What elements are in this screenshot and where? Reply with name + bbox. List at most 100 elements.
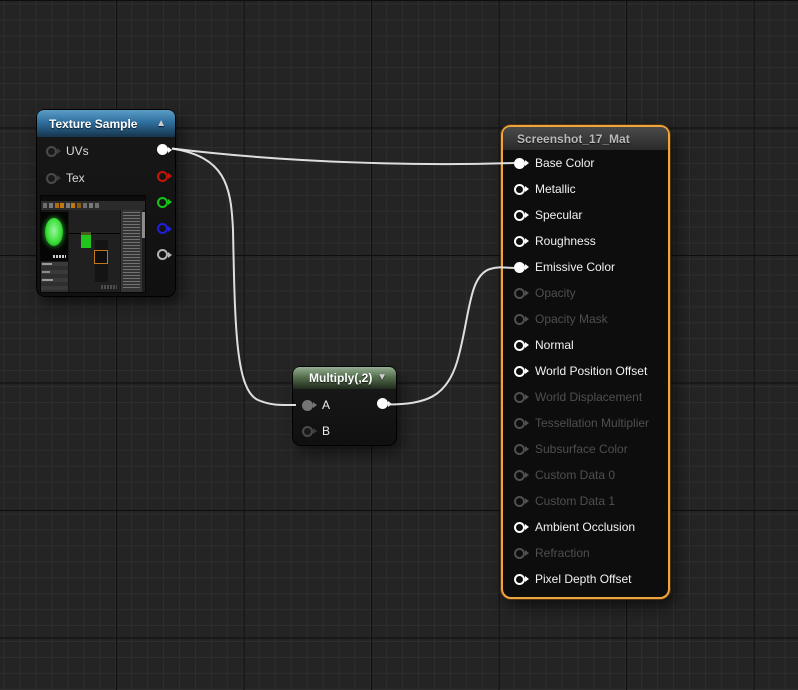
thumb-palette bbox=[121, 210, 145, 292]
output-pin-a[interactable] bbox=[157, 249, 172, 260]
pin-label: Tessellation Multiplier bbox=[535, 416, 650, 430]
material-pin-emissive-color[interactable]: Emissive Color bbox=[503, 254, 668, 280]
multiply-header[interactable]: Multiply(,2) ▼ bbox=[293, 367, 396, 389]
thumb-details-panel bbox=[41, 262, 68, 292]
pin-icon[interactable] bbox=[46, 145, 61, 157]
pin-icon[interactable] bbox=[514, 313, 529, 325]
material-pin-tessellation-multiplier[interactable]: Tessellation Multiplier bbox=[503, 410, 668, 436]
thumb-watermark bbox=[101, 285, 117, 289]
pin-icon[interactable] bbox=[514, 469, 529, 481]
pin-label: Opacity bbox=[535, 286, 576, 300]
multiply-body: A B bbox=[293, 389, 396, 445]
material-header[interactable]: Screenshot_17_Mat bbox=[503, 127, 668, 150]
thumb-icon bbox=[89, 203, 93, 208]
pin-icon[interactable] bbox=[514, 235, 529, 247]
pin-label: Custom Data 1 bbox=[535, 494, 616, 508]
material-pin-ambient-occlusion[interactable]: Ambient Occlusion bbox=[503, 514, 668, 540]
output-pin-b[interactable] bbox=[157, 223, 172, 234]
pin-icon[interactable] bbox=[514, 339, 529, 351]
output-pin-r[interactable] bbox=[157, 170, 172, 182]
pin-icon[interactable] bbox=[514, 391, 529, 403]
pin-icon[interactable] bbox=[514, 157, 529, 169]
thumb-palette-rows bbox=[123, 212, 140, 290]
thumb-detail-row bbox=[42, 271, 50, 273]
output-pin-result[interactable] bbox=[377, 398, 392, 409]
thumb-scrollbar bbox=[142, 210, 145, 292]
input-pin-uvs[interactable]: UVs bbox=[46, 144, 89, 158]
thumb-graph bbox=[69, 210, 120, 292]
pin-icon[interactable] bbox=[514, 443, 529, 455]
pin-icon[interactable] bbox=[514, 261, 529, 273]
pin-icon[interactable] bbox=[514, 209, 529, 221]
pin-icon[interactable] bbox=[514, 521, 529, 533]
thumb-gridline bbox=[69, 233, 120, 234]
thumb-icon bbox=[83, 203, 87, 208]
output-pin-g[interactable] bbox=[157, 196, 172, 208]
material-pin-opacity[interactable]: Opacity bbox=[503, 280, 668, 306]
thumb-icon bbox=[71, 203, 75, 208]
pin-icon[interactable] bbox=[46, 172, 61, 184]
thumb-detail-row bbox=[42, 279, 53, 281]
material-pin-world-displacement[interactable]: World Displacement bbox=[503, 384, 668, 410]
pin-icon[interactable] bbox=[514, 495, 529, 507]
pin-icon[interactable] bbox=[514, 573, 529, 585]
material-pin-refraction[interactable]: Refraction bbox=[503, 540, 668, 566]
pin-label: Refraction bbox=[535, 546, 590, 560]
material-pin-base-color[interactable]: Base Color bbox=[503, 150, 668, 176]
pin-icon[interactable] bbox=[514, 365, 529, 377]
pin-icon[interactable] bbox=[514, 417, 529, 429]
pin-label: Tex bbox=[66, 171, 85, 185]
thumb-scrollbar-thumb bbox=[142, 212, 145, 238]
texture-sample-header[interactable]: Texture Sample ▲ bbox=[37, 110, 175, 137]
material-pin-custom-data-0[interactable]: Custom Data 0 bbox=[503, 462, 668, 488]
pin-icon[interactable] bbox=[302, 425, 317, 437]
pin-label: World Position Offset bbox=[535, 364, 648, 378]
thumb-mini-green-node bbox=[81, 235, 91, 248]
input-pin-a[interactable]: A bbox=[302, 398, 330, 412]
material-pin-roughness[interactable]: Roughness bbox=[503, 228, 668, 254]
input-pin-b[interactable]: B bbox=[302, 424, 330, 438]
pin-label: Custom Data 0 bbox=[535, 468, 616, 482]
pin-icon[interactable] bbox=[514, 183, 529, 195]
wire-multiply-to-emissive[interactable] bbox=[387, 266, 515, 406]
pin-icon[interactable] bbox=[302, 399, 317, 411]
thumb-icon bbox=[49, 203, 53, 208]
node-multiply[interactable]: Multiply(,2) ▼ A B bbox=[293, 367, 396, 445]
material-pin-specular[interactable]: Specular bbox=[503, 202, 668, 228]
thumb-icon bbox=[55, 203, 59, 208]
thumb-icon bbox=[43, 203, 47, 208]
material-pin-custom-data-1[interactable]: Custom Data 1 bbox=[503, 488, 668, 514]
thumb-icon bbox=[60, 203, 64, 208]
graph-canvas[interactable]: Texture Sample ▲ UVs Tex Multiply(,2) ▼ … bbox=[0, 0, 798, 690]
material-pin-metallic[interactable]: Metallic bbox=[503, 176, 668, 202]
material-pin-opacity-mask[interactable]: Opacity Mask bbox=[503, 306, 668, 332]
material-title: Screenshot_17_Mat bbox=[517, 131, 630, 146]
wire-rgb-to-multiply-a[interactable] bbox=[171, 147, 297, 407]
wire-rgb-to-basecolor[interactable] bbox=[171, 147, 515, 166]
pin-label: Pixel Depth Offset bbox=[535, 572, 632, 586]
node-material-result[interactable]: Screenshot_17_Mat Base Color Metallic Sp… bbox=[501, 125, 670, 599]
pin-label: Metallic bbox=[535, 182, 576, 196]
thumb-caption bbox=[53, 255, 66, 258]
texture-sample-title: Texture Sample bbox=[49, 116, 138, 131]
collapse-down-icon[interactable]: ▼ bbox=[377, 373, 396, 383]
collapse-up-icon[interactable]: ▲ bbox=[156, 118, 175, 129]
node-texture-sample[interactable]: Texture Sample ▲ UVs Tex bbox=[37, 110, 175, 296]
material-pin-world-position-offset[interactable]: World Position Offset bbox=[503, 358, 668, 384]
thumb-detail-row bbox=[42, 263, 52, 265]
material-pin-subsurface-color[interactable]: Subsurface Color bbox=[503, 436, 668, 462]
material-pin-pixel-depth-offset[interactable]: Pixel Depth Offset bbox=[503, 566, 668, 592]
pin-icon[interactable] bbox=[514, 287, 529, 299]
output-pin-rgb[interactable] bbox=[157, 144, 172, 155]
input-pin-tex[interactable]: Tex bbox=[46, 171, 85, 185]
pin-label: Emissive Color bbox=[535, 260, 616, 274]
pin-label: Base Color bbox=[535, 156, 595, 170]
pin-icon[interactable] bbox=[514, 547, 529, 559]
multiply-title: Multiply(,2) bbox=[309, 371, 373, 385]
thumb-mini-selected-node bbox=[94, 250, 108, 264]
pin-label: Specular bbox=[535, 208, 583, 222]
pin-label: Roughness bbox=[535, 234, 596, 248]
texture-preview-image bbox=[40, 195, 146, 293]
material-pin-normal[interactable]: Normal bbox=[503, 332, 668, 358]
pin-label: B bbox=[322, 424, 331, 438]
